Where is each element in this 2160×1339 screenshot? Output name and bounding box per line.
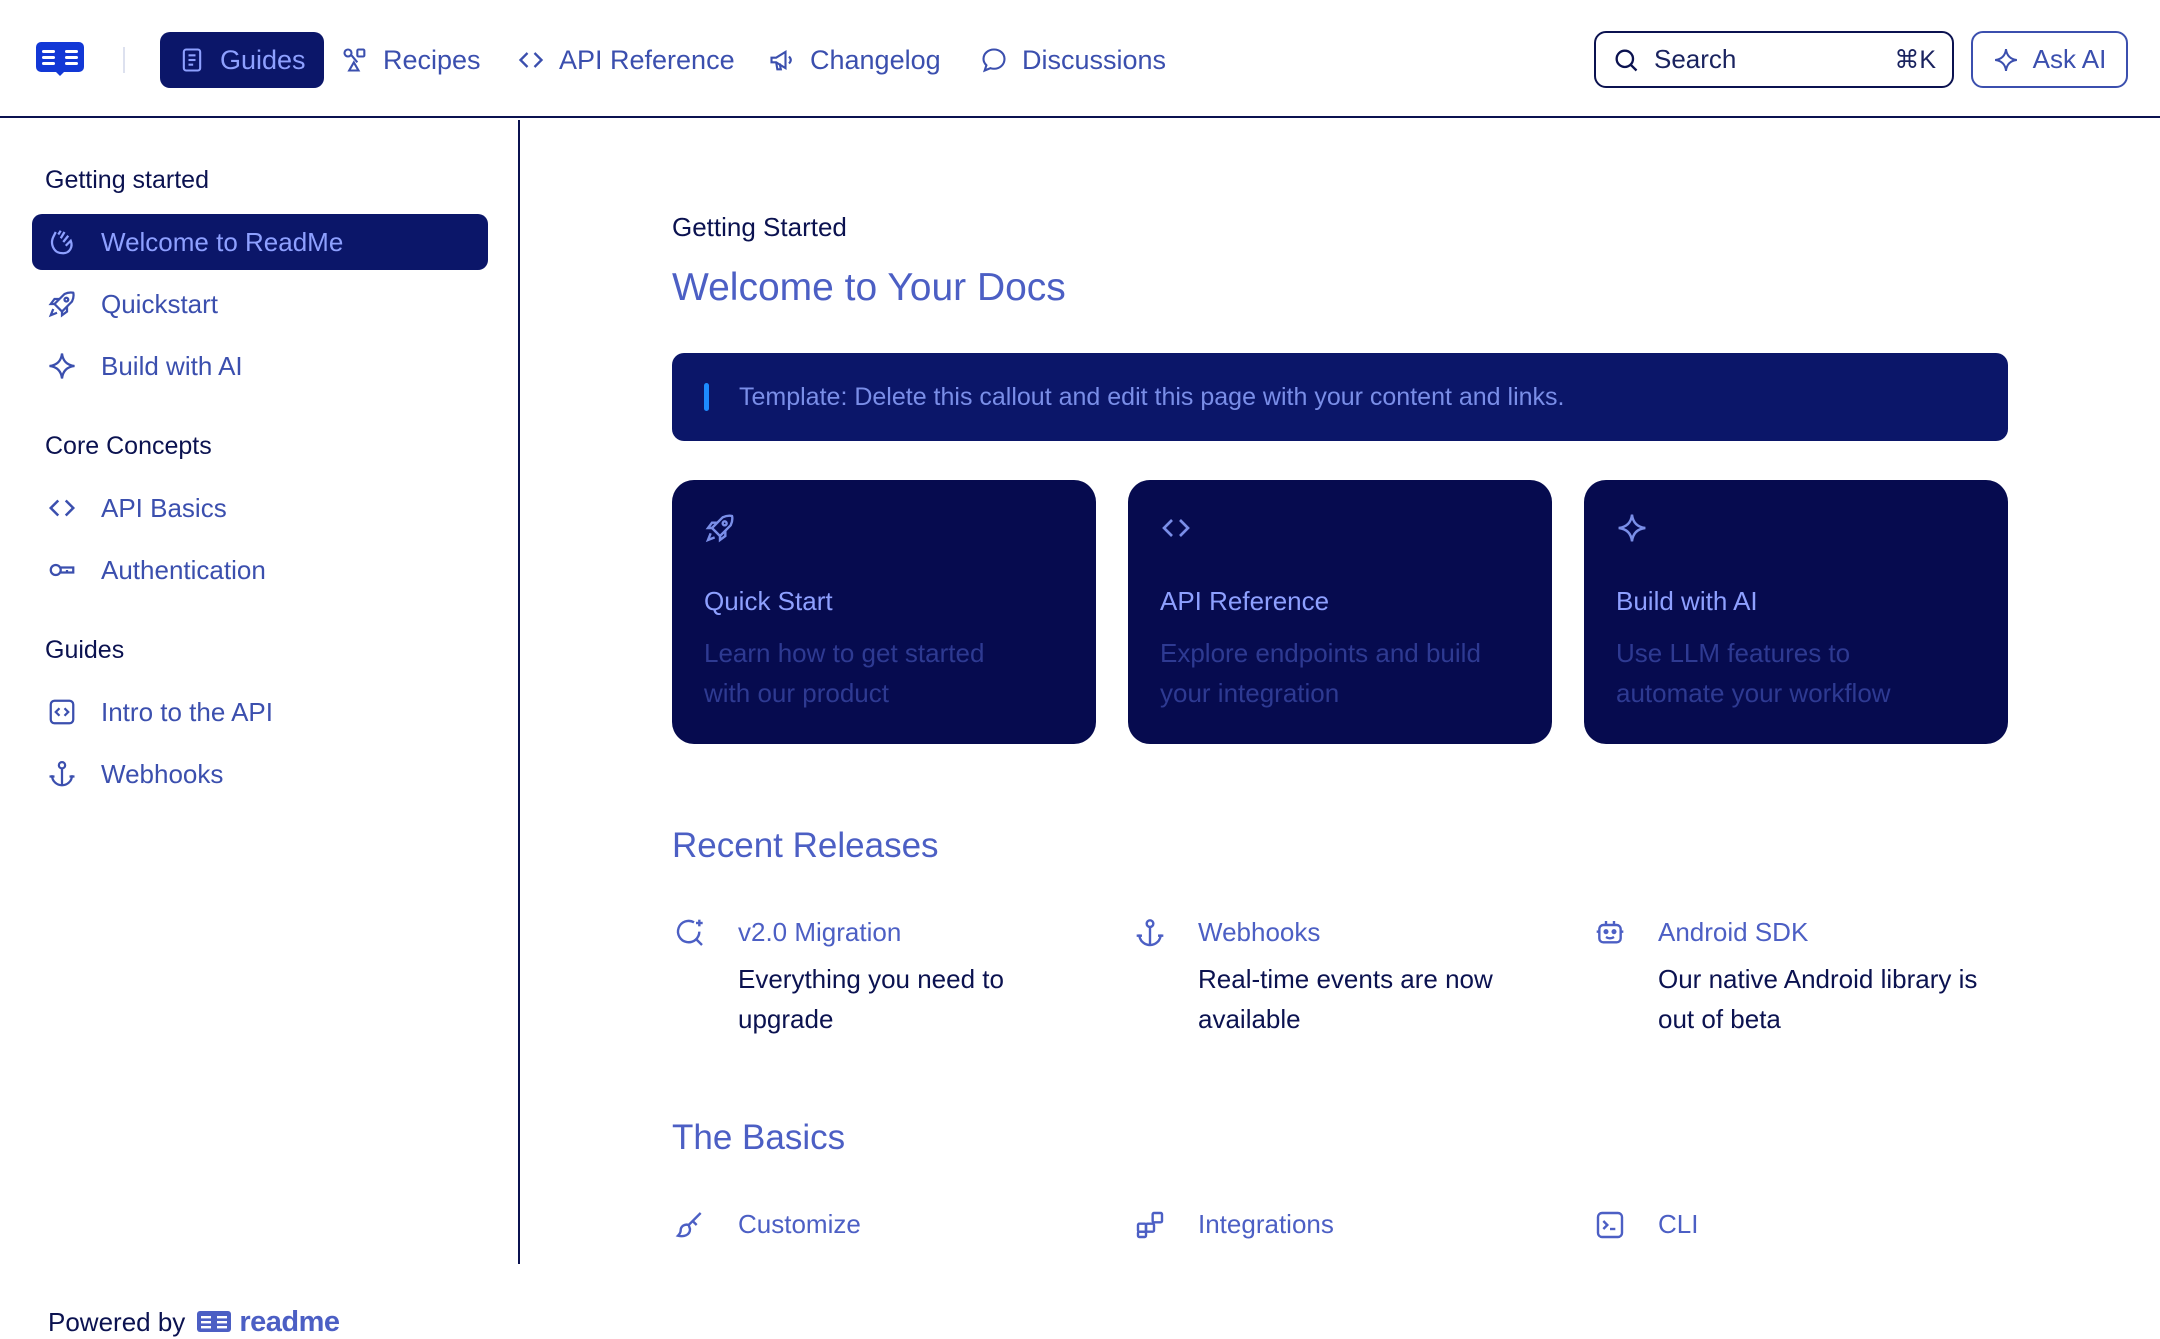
card-title: Build with AI bbox=[1616, 586, 1758, 616]
callout-accent-bar bbox=[704, 383, 709, 411]
sidebar-heading-guides: Guides bbox=[45, 636, 125, 664]
template-callout: Template: Delete this callout and edit t… bbox=[672, 353, 2008, 441]
code-icon bbox=[1162, 519, 1190, 537]
section-title-the-basics: The Basics bbox=[672, 1118, 846, 1157]
nav-changelog[interactable]: Changelog bbox=[750, 32, 959, 88]
readme-brand-text: readme bbox=[239, 1306, 340, 1338]
card-description: Use LLM features to automate your workfl… bbox=[1616, 638, 1891, 708]
sidebar-item-label: Build with AI bbox=[101, 350, 243, 381]
release-description: Our native Android library is out of bet… bbox=[1658, 964, 1978, 1034]
megaphone-icon bbox=[770, 49, 792, 71]
anchor-icon bbox=[1136, 919, 1164, 947]
search-shortcut: ⌘K bbox=[1894, 45, 1936, 74]
sidebar-item-quickstart[interactable]: Quickstart bbox=[32, 276, 488, 332]
nav-discussions[interactable]: Discussions bbox=[962, 32, 1184, 88]
rocket-icon bbox=[705, 514, 734, 543]
card-quick-start[interactable]: Quick Start Learn how to get started wit… bbox=[672, 480, 1096, 744]
search-sparkle-icon bbox=[676, 919, 703, 946]
card-title: Quick Start bbox=[704, 586, 833, 616]
sidebar-item-authentication[interactable]: Authentication bbox=[32, 542, 488, 598]
nav-api-reference-label: API Reference bbox=[559, 44, 735, 75]
recipes-icon bbox=[343, 48, 366, 72]
sidebar-item-label: Intro to the API bbox=[101, 696, 273, 727]
ask-ai-button[interactable]: Ask AI bbox=[1971, 31, 2128, 88]
release-description: Everything you need to upgrade bbox=[738, 964, 1004, 1034]
release-title: Android SDK bbox=[1658, 917, 1809, 947]
rocket-icon bbox=[48, 291, 75, 318]
top-navigation-bar: Guides Recipes API Reference Changelog D… bbox=[0, 0, 2160, 118]
sidebar-heading-getting-started: Getting started bbox=[45, 166, 209, 194]
code-icon bbox=[518, 52, 544, 68]
sidebar: Getting started Welcome to ReadMe Quicks… bbox=[0, 120, 520, 1338]
book-icon bbox=[182, 48, 202, 72]
powered-by-readme[interactable]: Powered by readme bbox=[48, 1306, 340, 1339]
sidebar-item-welcome[interactable]: Welcome to ReadMe bbox=[32, 214, 488, 270]
page-eyebrow: Getting Started bbox=[672, 212, 847, 242]
sparkle-icon bbox=[1994, 48, 2017, 71]
terminal-icon bbox=[1596, 1211, 1624, 1239]
sidebar-heading-core-concepts: Core Concepts bbox=[45, 432, 212, 460]
page-title: Welcome to Your Docs bbox=[672, 266, 1066, 309]
sidebar-item-webhooks[interactable]: Webhooks bbox=[32, 746, 488, 802]
callout-text: Template: Delete this callout and edit t… bbox=[739, 382, 1565, 411]
readme-brand: readme bbox=[197, 1306, 340, 1339]
basics-title: Customize bbox=[738, 1209, 861, 1239]
nav-recipes[interactable]: Recipes bbox=[323, 32, 499, 88]
sidebar-item-label: Welcome to ReadMe bbox=[101, 226, 344, 257]
release-description: Real-time events are now available bbox=[1198, 964, 1493, 1034]
sparkle-icon bbox=[49, 353, 75, 379]
nav-guides[interactable]: Guides bbox=[160, 32, 324, 88]
basics-title: Integrations bbox=[1198, 1209, 1334, 1239]
card-build-with-ai[interactable]: Build with AI Use LLM features to automa… bbox=[1584, 480, 2008, 744]
nav-api-reference[interactable]: API Reference bbox=[499, 32, 753, 88]
card-description: Learn how to get started with our produc… bbox=[704, 638, 985, 708]
readme-book-icon bbox=[197, 1310, 232, 1332]
sidebar-item-label: Authentication bbox=[101, 554, 266, 585]
search-button[interactable]: Search ⌘K bbox=[1594, 31, 1954, 88]
chat-bubble-icon bbox=[982, 48, 1006, 73]
nav-guides-label: Guides bbox=[220, 44, 306, 75]
card-api-reference[interactable]: API Reference Explore endpoints and buil… bbox=[1128, 480, 1552, 744]
sidebar-item-build-with-ai[interactable]: Build with AI bbox=[32, 338, 488, 394]
section-title-recent-releases: Recent Releases bbox=[672, 826, 939, 865]
robot-icon bbox=[1596, 921, 1624, 944]
sidebar-item-intro-to-api[interactable]: Intro to the API bbox=[32, 684, 488, 740]
anchor-icon bbox=[49, 761, 75, 787]
search-label: Search bbox=[1654, 44, 1737, 74]
sidebar-item-api-basics[interactable]: API Basics bbox=[32, 480, 488, 536]
powered-by-label: Powered by bbox=[48, 1307, 186, 1337]
brush-icon bbox=[675, 1212, 702, 1238]
basics-title: CLI bbox=[1658, 1209, 1699, 1239]
nav-discussions-label: Discussions bbox=[1022, 44, 1167, 75]
sidebar-item-label: Quickstart bbox=[101, 288, 219, 319]
ask-ai-label: Ask AI bbox=[2032, 44, 2107, 74]
wave-hand-icon bbox=[50, 230, 73, 255]
main-content: Getting Started Welcome to Your Docs Tem… bbox=[522, 120, 2160, 1264]
topbar-divider bbox=[123, 47, 125, 73]
search-icon bbox=[1615, 49, 1638, 71]
release-title: Webhooks bbox=[1198, 917, 1321, 947]
code-square-icon bbox=[49, 699, 75, 725]
nav-changelog-label: Changelog bbox=[810, 44, 941, 75]
key-icon bbox=[49, 563, 75, 577]
code-icon bbox=[48, 499, 76, 517]
readme-logo-icon[interactable] bbox=[36, 42, 84, 76]
sparkle-icon bbox=[1618, 514, 1646, 542]
sidebar-item-label: Webhooks bbox=[101, 758, 224, 789]
sidebar-item-label: API Basics bbox=[101, 492, 227, 523]
card-title: API Reference bbox=[1160, 586, 1330, 616]
card-description: Explore endpoints and build your integra… bbox=[1160, 638, 1481, 708]
release-title: v2.0 Migration bbox=[738, 917, 902, 947]
nav-recipes-label: Recipes bbox=[383, 44, 481, 75]
blocks-icon bbox=[1136, 1211, 1164, 1239]
